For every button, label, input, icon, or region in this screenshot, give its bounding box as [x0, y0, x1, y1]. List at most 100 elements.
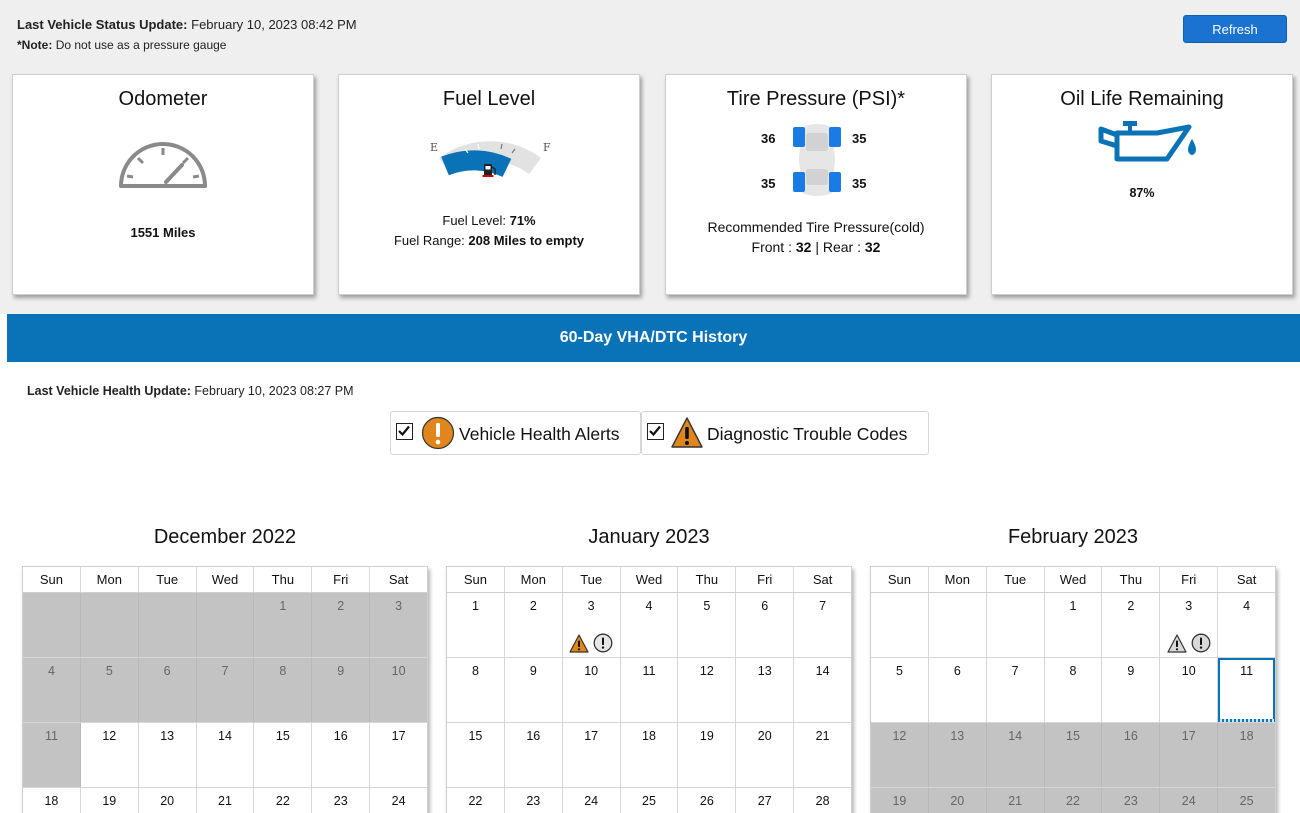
calendar-day[interactable]: 8	[1044, 658, 1103, 722]
calendar-day[interactable]: 5	[678, 593, 737, 657]
pressure-note-label: *Note:	[17, 38, 53, 52]
vha-alert-icon[interactable]	[1191, 633, 1211, 653]
calendar-day[interactable]: 21	[794, 723, 851, 787]
vha-filter-toggle[interactable]: Vehicle Health Alerts	[390, 411, 641, 455]
calendar-day-number: 17	[391, 729, 406, 743]
calendar-day[interactable]: 6	[928, 658, 987, 722]
calendar-day[interactable]: 28	[794, 788, 851, 813]
dtc-alert-icon[interactable]	[569, 633, 589, 653]
oil-can-icon	[1098, 121, 1196, 162]
calendar-day[interactable]: 18	[620, 723, 679, 787]
calendar-week-row: 12 13 14 15 16 17 18	[871, 723, 1275, 788]
calendar-day-number: 23	[526, 794, 541, 808]
calendar-day-number: 2	[337, 599, 345, 613]
odometer-title: Odometer	[118, 88, 208, 110]
tire-rear-right	[829, 172, 841, 192]
calendar-day[interactable]: 10	[1160, 658, 1219, 722]
calendar-day[interactable]: 19	[678, 723, 737, 787]
calendar-day[interactable]: 13	[736, 658, 795, 722]
pressure-separator: |	[815, 239, 819, 255]
calendar-day[interactable]: 15	[447, 723, 505, 787]
dtc-checkbox[interactable]	[647, 423, 664, 440]
calendar-day-number: 8	[471, 664, 479, 678]
checkmark-icon	[398, 425, 410, 437]
calendar-day[interactable]: 20	[736, 723, 795, 787]
calendar-day[interactable]: 24	[370, 788, 427, 813]
fuel-title: Fuel Level	[442, 88, 536, 110]
calendar-day[interactable]: 12	[678, 658, 737, 722]
weekday-label: Thu	[254, 567, 313, 592]
calendar-day-number: 10	[391, 664, 406, 678]
calendar-day[interactable]: 24	[562, 788, 621, 813]
calendar-day[interactable]: 22	[254, 788, 313, 813]
calendar-day[interactable]: 3	[1160, 593, 1219, 657]
refresh-button[interactable]: Refresh	[1183, 15, 1287, 43]
calendar-day-number: 17	[1181, 729, 1196, 743]
calendar-day[interactable]: 22	[447, 788, 505, 813]
calendar-day[interactable]: 5	[871, 658, 929, 722]
diagnostic-trouble-code-icon	[671, 417, 703, 448]
vha-alert-icon[interactable]	[593, 633, 613, 653]
calendar-day[interactable]: 17	[370, 723, 427, 787]
calendar-day-number: 6	[761, 599, 769, 613]
calendar-day[interactable]: 21	[196, 788, 255, 813]
dtc-alert-icon[interactable]	[1167, 633, 1187, 653]
calendar-day-number: 7	[819, 599, 827, 613]
rear-pressure-label: Rear :	[822, 239, 861, 255]
calendar-day[interactable]: 17	[562, 723, 621, 787]
calendar-day: 6	[138, 658, 197, 722]
calendar-day[interactable]: 19	[80, 788, 139, 813]
calendar-day-number: 11	[1240, 664, 1254, 678]
calendar-day[interactable]: 18	[23, 788, 81, 813]
calendar-day[interactable]: 12	[80, 723, 139, 787]
calendar-day: 8	[254, 658, 313, 722]
calendar-day: 9	[312, 658, 371, 722]
calendar-day-number: 14	[218, 729, 232, 743]
calendar-day[interactable]: 23	[504, 788, 563, 813]
calendar-day[interactable]: 6	[736, 593, 795, 657]
calendar-day[interactable]: 14	[196, 723, 255, 787]
calendar-day[interactable]: 7	[986, 658, 1045, 722]
calendar-day[interactable]: 1	[447, 593, 505, 657]
calendar-day: 11	[23, 723, 81, 787]
calendar-day[interactable]: 1	[1044, 593, 1103, 657]
calendar-day[interactable]: 26	[678, 788, 737, 813]
calendar-day: 7	[196, 658, 255, 722]
calendar-day[interactable]: 9	[1102, 658, 1161, 722]
month-title-january: January 2023	[588, 526, 710, 548]
vha-checkbox[interactable]	[396, 423, 413, 440]
calendar-day: 16	[1102, 723, 1161, 787]
calendar-day[interactable]: 27	[736, 788, 795, 813]
calendar-day-number: 23	[333, 794, 348, 808]
calendar-day-number: 27	[757, 794, 772, 808]
calendar-day[interactable]: 8	[447, 658, 505, 722]
calendar-day[interactable]: 3	[562, 593, 621, 657]
calendar-day-number: 14	[815, 664, 830, 678]
dtc-filter-toggle[interactable]: Diagnostic Trouble Codes	[641, 411, 929, 455]
calendar-day-number: 7	[1011, 664, 1019, 678]
calendar-day[interactable]: 20	[138, 788, 197, 813]
calendar-day: 25	[1218, 788, 1275, 813]
calendar-day[interactable]: 15	[254, 723, 313, 787]
calendar-day[interactable]: 11	[620, 658, 679, 722]
calendar-day-number: 17	[584, 729, 599, 743]
calendar-day[interactable]: 7	[794, 593, 851, 657]
weekday-label: Tue	[139, 567, 197, 592]
calendar-day[interactable]: 23	[312, 788, 371, 813]
calendar-day-number: 21	[815, 729, 830, 743]
calendar-day[interactable]: 11	[1218, 658, 1275, 722]
calendar-day[interactable]: 2	[504, 593, 563, 657]
vehicle-health-update-label: Last Vehicle Health Update:	[27, 384, 191, 398]
calendar-day[interactable]: 2	[1102, 593, 1161, 657]
calendar-day[interactable]: 10	[562, 658, 621, 722]
calendar-day[interactable]: 14	[794, 658, 851, 722]
calendar-day[interactable]: 9	[504, 658, 563, 722]
calendar-day[interactable]: 4	[620, 593, 679, 657]
calendar-day[interactable]: 16	[504, 723, 563, 787]
calendar-day[interactable]: 4	[1218, 593, 1275, 657]
calendar-day[interactable]: 16	[312, 723, 371, 787]
calendar-day-number: 15	[275, 729, 290, 743]
calendar-day[interactable]: 25	[620, 788, 679, 813]
calendar-empty-day	[986, 593, 1045, 657]
calendar-day[interactable]: 13	[138, 723, 197, 787]
